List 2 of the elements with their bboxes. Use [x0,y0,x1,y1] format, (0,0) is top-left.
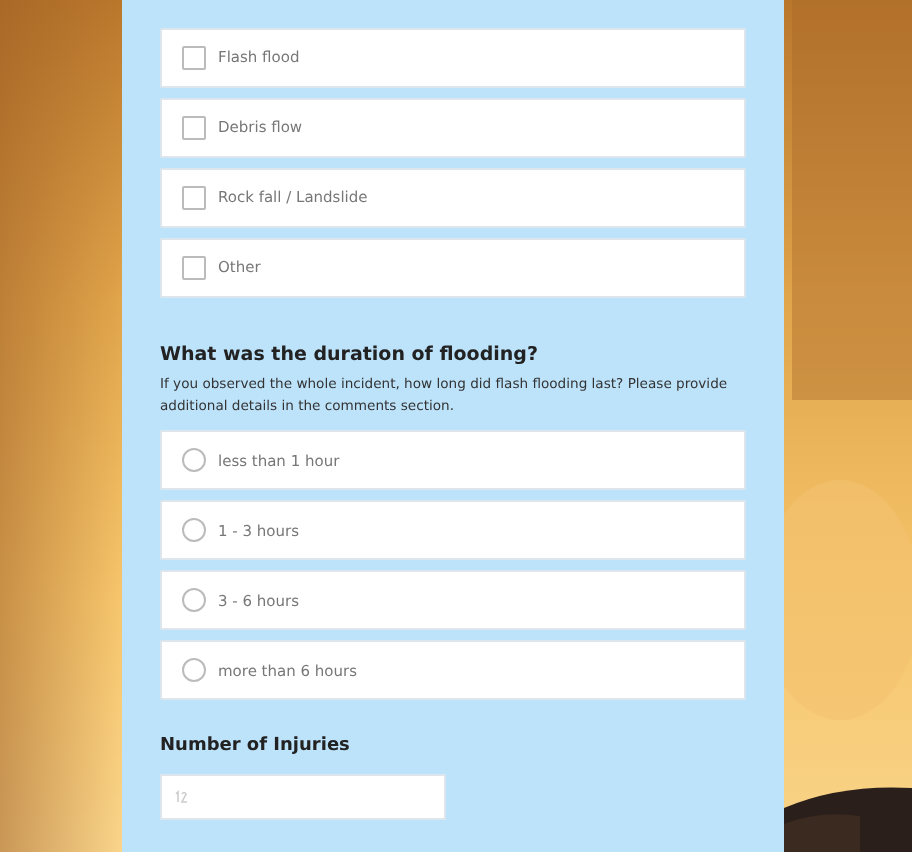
field-label: Number of Injuries [160,734,352,761]
question-title: What was the duration of flooding? [160,342,540,370]
